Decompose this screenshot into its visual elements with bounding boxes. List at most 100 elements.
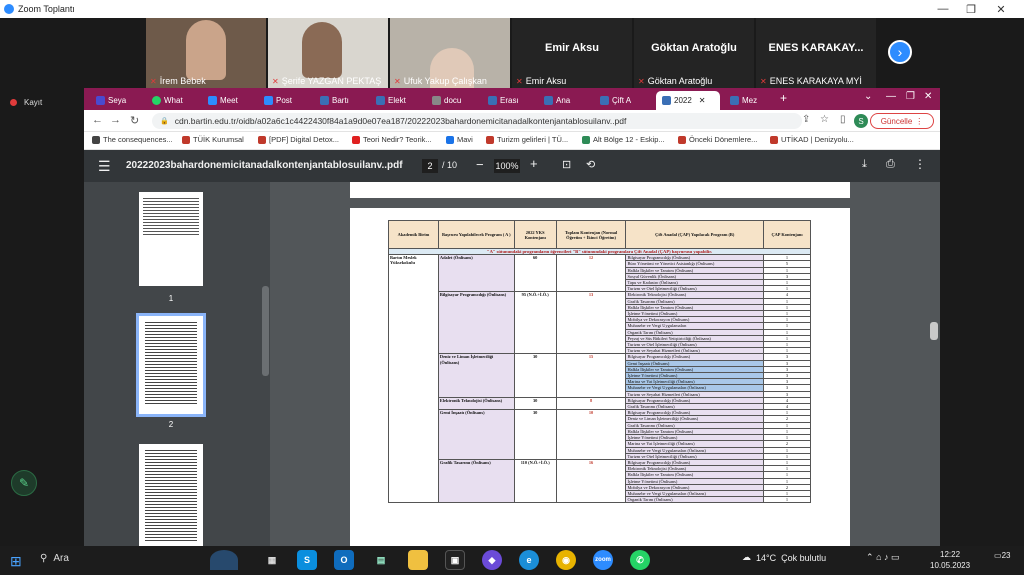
- reload-icon[interactable]: ↻: [130, 114, 139, 127]
- zoom-title-bar: Zoom Toplantı — ❐ ✕: [0, 0, 1024, 18]
- url-input[interactable]: 🔒 cdn.bartin.edu.tr/oidb/a02a6c1c4422430…: [152, 113, 802, 129]
- participant-display-name: Göktan Aratoğlu: [651, 42, 737, 54]
- download-icon[interactable]: ⤓: [862, 158, 867, 171]
- bookmark-item[interactable]: The consequences...: [92, 135, 173, 144]
- chrome-icon[interactable]: ◉: [556, 550, 576, 570]
- bookmark-item[interactable]: Alt Bölge 12 - Eskip...: [582, 135, 665, 144]
- print-icon[interactable]: ⎙: [886, 158, 895, 171]
- weather-widget[interactable]: ☁ 14°C Çok bulutlu: [742, 552, 826, 563]
- close-icon[interactable]: ✕: [986, 0, 1016, 18]
- next-participants-button[interactable]: ›: [888, 40, 912, 64]
- browser-tab[interactable]: What: [146, 91, 200, 110]
- bookmark-item[interactable]: Mavi: [446, 135, 473, 144]
- browser-tab[interactable]: Ana: [538, 91, 592, 110]
- rotate-icon[interactable]: ⟲: [586, 158, 595, 171]
- task-view-icon[interactable]: ▦: [262, 550, 282, 570]
- bookmark-item[interactable]: UTİKAD | Denizyolu...: [770, 135, 854, 144]
- pencil-annotate-icon[interactable]: ✎: [11, 470, 37, 496]
- participant-name: İrem Bebek: [159, 76, 206, 86]
- browser-tab-active[interactable]: 2022 ✕: [656, 91, 720, 110]
- fit-page-icon[interactable]: ⊡: [562, 158, 571, 171]
- profile-avatar[interactable]: S: [854, 114, 868, 128]
- system-tray[interactable]: ⌃ ⌂ ♪ ▭: [866, 552, 900, 563]
- participant-tile[interactable]: ✕ İrem Bebek: [146, 18, 266, 88]
- bookmark-item[interactable]: TÜİK Kurumsal: [182, 135, 244, 144]
- taskbar-search[interactable]: ⚲ Ara: [40, 553, 69, 564]
- side-panel-icon[interactable]: ▯: [840, 114, 846, 125]
- participant-tile[interactable]: Göktan Aratoğlu ✕ Göktan Aratoğlu: [634, 18, 754, 88]
- close-icon[interactable]: ✕: [924, 91, 932, 102]
- zoom-out-icon[interactable]: −: [476, 157, 484, 172]
- photos-icon[interactable]: ◆: [482, 550, 502, 570]
- thumbnail-scrollbar[interactable]: [262, 286, 269, 376]
- browser-tab[interactable]: Mez: [724, 91, 774, 110]
- update-label: Güncelle: [880, 116, 913, 126]
- search-icon: ⚲: [40, 553, 48, 564]
- back-arrow-icon[interactable]: ←: [92, 114, 103, 126]
- tab-search-chevron-icon[interactable]: ⌄: [864, 91, 872, 102]
- skype-icon[interactable]: S: [297, 550, 317, 570]
- participant-name: ENES KARAKAYA MYİ: [769, 76, 862, 86]
- quota-table: Akademik Birim Başvuru Yapılabilecek Pro…: [388, 220, 811, 504]
- battery-icon: ▭: [891, 552, 900, 562]
- participant-tile[interactable]: ENES KARAKAY... ✕ ENES KARAKAYA MYİ: [756, 18, 876, 88]
- mic-muted-icon: ✕: [760, 76, 767, 86]
- bookmark-item[interactable]: Turizm gelirleri | TÜ...: [486, 135, 568, 144]
- windows-start-icon[interactable]: ⊞: [10, 553, 22, 570]
- bookmark-label: The consequences...: [103, 135, 173, 144]
- document-scrollbar[interactable]: [930, 322, 938, 340]
- hamburger-menu-icon[interactable]: ☰: [98, 158, 111, 175]
- forward-arrow-icon[interactable]: →: [110, 114, 121, 126]
- university-favicon-icon: [320, 96, 329, 105]
- share-icon[interactable]: ⇪: [802, 114, 810, 125]
- bookmark-item[interactable]: Önceki Dönemlere...: [678, 135, 757, 144]
- bookmark-item[interactable]: Teori Nedir? Teorik...: [352, 135, 432, 144]
- browser-tab[interactable]: Elekt: [370, 91, 424, 110]
- edge-icon[interactable]: e: [519, 550, 539, 570]
- more-vert-icon[interactable]: ⋮: [914, 157, 926, 171]
- store-icon[interactable]: ▣: [445, 550, 465, 570]
- restore-icon[interactable]: ❐: [956, 0, 986, 18]
- bookmark-item[interactable]: [PDF] Digital Detox...: [258, 135, 339, 144]
- bookmark-label: [PDF] Digital Detox...: [269, 135, 340, 144]
- search-highlight-icon[interactable]: [210, 550, 238, 570]
- zoom-level-input[interactable]: 100%: [494, 159, 520, 173]
- update-button[interactable]: Güncelle ⋮: [870, 113, 934, 129]
- browser-tab[interactable]: Bartı: [314, 91, 368, 110]
- page-thumbnail[interactable]: [139, 444, 203, 546]
- browser-tab[interactable]: Erası: [482, 91, 536, 110]
- page-number-input[interactable]: 2: [422, 159, 438, 173]
- zoom-taskbar-icon[interactable]: zoom: [593, 550, 613, 570]
- page-thumbnail-active[interactable]: [136, 313, 206, 417]
- browser-tab[interactable]: Seya: [90, 91, 144, 110]
- zoom-in-icon[interactable]: +: [530, 156, 538, 171]
- whatsapp-taskbar-icon[interactable]: ✆: [630, 550, 650, 570]
- teams-icon[interactable]: ▤: [371, 550, 391, 570]
- minimize-icon[interactable]: —: [928, 0, 958, 18]
- yks-quota-cell: 110 (N.Ö.+İ.Ö.): [513, 458, 557, 504]
- browser-tab[interactable]: Meet: [202, 91, 256, 110]
- participant-tile[interactable]: Emir Aksu ✕ Emir Aksu: [512, 18, 632, 88]
- clock[interactable]: 12:22 10.05.2023: [930, 549, 970, 571]
- participant-tile[interactable]: ✕ Şerife YAZGAN PEKTAŞ: [268, 18, 388, 88]
- restore-icon[interactable]: ❐: [906, 91, 915, 102]
- browser-tab[interactable]: Post: [258, 91, 312, 110]
- browser-tab[interactable]: Çift A: [594, 91, 648, 110]
- participant-tile[interactable]: ✕ Ufuk Yakup Çalışkan: [390, 18, 510, 88]
- total-quota-cell: 12: [555, 254, 627, 293]
- page-thumbnail[interactable]: [139, 192, 203, 286]
- zoom-app-icon: [4, 4, 14, 14]
- new-tab-icon[interactable]: +: [780, 91, 787, 105]
- column-header: Başvuru Yapılabilecek Program ( A ): [437, 220, 515, 249]
- weather-temp: 14°C: [756, 552, 777, 563]
- bookmark-star-icon[interactable]: ☆: [820, 114, 829, 125]
- outlook-icon[interactable]: O: [334, 550, 354, 570]
- thumbnail-preview: [145, 320, 197, 406]
- file-explorer-icon[interactable]: [408, 550, 428, 570]
- tab-close-icon[interactable]: ✕: [699, 96, 706, 105]
- browser-tab[interactable]: docu: [426, 91, 480, 110]
- program-cell: Bilgisayar Programcılığı (Önlisans): [437, 291, 515, 355]
- minimize-icon[interactable]: —: [886, 91, 896, 102]
- notification-center[interactable]: ▭23: [994, 551, 1014, 569]
- doc-favicon-icon: [432, 96, 441, 105]
